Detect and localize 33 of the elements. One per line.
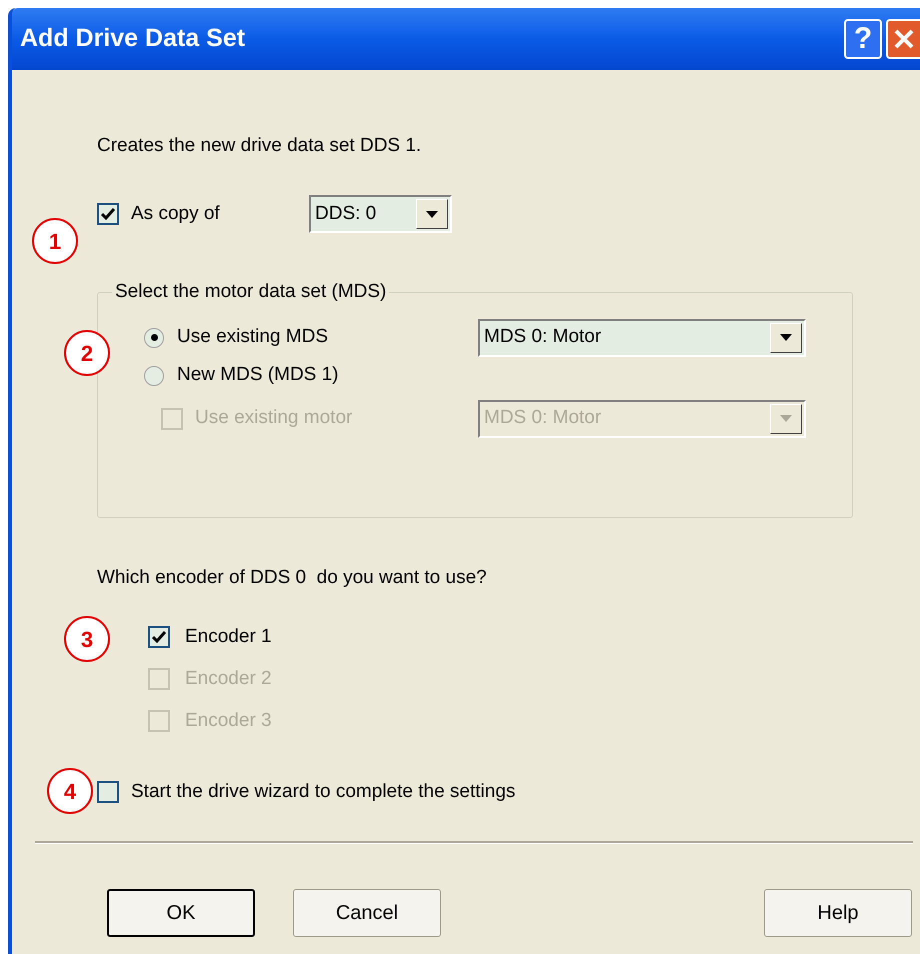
dropdown-value: DDS: 0 (314, 202, 378, 226)
intro-text: Creates the new drive data set DDS 1. (97, 134, 422, 156)
checkbox-label: Encoder 1 (185, 624, 272, 649)
check-icon (101, 208, 115, 220)
checkbox-label: As copy of (131, 202, 221, 226)
dialog-button[interactable]: Help (764, 889, 912, 937)
callout-number: 1 (32, 218, 78, 264)
check-icon (152, 631, 166, 643)
checkbox-label: Encoder 2 (185, 666, 272, 691)
callout-number: 3 (64, 616, 110, 662)
checkbox[interactable] (97, 781, 119, 803)
dialog-button[interactable]: OK (107, 889, 255, 937)
help-title-button[interactable]: ? (844, 19, 882, 59)
dropdown-value: MDS 0: Motor (483, 325, 602, 350)
checkbox[interactable] (97, 203, 119, 225)
radio-button[interactable] (144, 366, 164, 386)
dropdown-value: MDS 0: Motor (483, 406, 602, 430)
radio-label: New MDS (MDS 1) (177, 363, 339, 388)
dialog-button[interactable]: Cancel (293, 889, 441, 937)
radio-button[interactable] (144, 328, 164, 348)
group-legend: Select the motor data set (MDS) (112, 278, 390, 306)
dropdown[interactable]: DDS: 0 (309, 195, 452, 233)
checkbox-label: Encoder 3 (185, 708, 272, 733)
close-icon[interactable] (886, 19, 920, 59)
radio-label: Use existing MDS (177, 325, 328, 350)
callout-number: 2 (64, 330, 110, 376)
checkbox[interactable] (148, 626, 170, 648)
dropdown[interactable]: MDS 0: Motor (478, 318, 806, 356)
callout-number: 4 (47, 768, 93, 814)
window-title: Add Drive Data Set (20, 23, 246, 54)
checkbox-label: Start the drive wizard to complete the settings (131, 780, 516, 804)
checkbox-label: Use existing motor (195, 406, 352, 430)
encoder-question: Which encoder of DDS 0 do you want to use? (97, 566, 488, 588)
